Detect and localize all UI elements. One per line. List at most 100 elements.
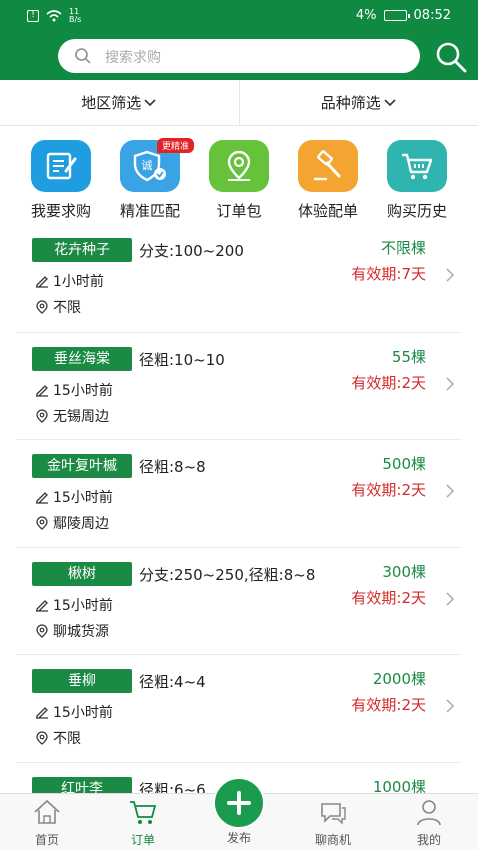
- time-row: 1小时前: [34, 271, 104, 291]
- chevron-down-icon: [384, 98, 396, 106]
- location-row: 不限: [34, 297, 81, 317]
- search-button-icon[interactable]: [434, 40, 468, 74]
- chat-bubble-icon: [321, 803, 346, 825]
- validity-text: 有效期:2天: [351, 696, 426, 714]
- list-item[interactable]: 楸树 分支:250~250,径粗:8~8 15小时前 聊城货源 300棵 有效期…: [16, 546, 462, 655]
- time-text: 15小时前: [53, 705, 113, 721]
- chevron-down-icon: [144, 98, 156, 106]
- quick-action-precise-match[interactable]: 诚 更精准 精准匹配: [110, 138, 195, 221]
- location-pin-icon: [36, 408, 48, 423]
- species-tag: 楸树: [32, 561, 132, 586]
- location-row: 聊城货源: [34, 621, 109, 641]
- search-placeholder: 搜索求购: [105, 50, 161, 66]
- validity-text: 有效期:2天: [351, 373, 426, 392]
- location-text: 鄢陵周边: [53, 516, 109, 532]
- variety-filter[interactable]: 品种筛选: [240, 80, 478, 125]
- quantity-text: 500棵: [382, 455, 426, 473]
- validity-text: 有效期:7天: [351, 265, 426, 283]
- quick-actions: 我要求购 诚 更精准 精准匹配 订单包 体验配单 购买历史: [0, 130, 478, 222]
- quick-action-order-package[interactable]: 订单包: [199, 140, 279, 221]
- list-item[interactable]: 花卉种子 分支:100~200 1小时前 不限 不限棵 有效期:7天: [16, 224, 462, 332]
- publish-button[interactable]: [213, 777, 265, 829]
- species-tag: 垂丝海棠: [32, 346, 132, 371]
- species-tag: 垂柳: [32, 669, 132, 693]
- location-row: 鄢陵周边: [34, 513, 109, 533]
- nav-chat-label: 聊商机: [314, 833, 351, 847]
- time-row: 15小时前: [34, 595, 113, 615]
- spec-text: 分支:100~200: [139, 242, 244, 260]
- quick-action-trial-order[interactable]: 体验配单: [288, 140, 368, 221]
- quick-action-label: 精准匹配: [119, 202, 180, 220]
- location-pin-icon: [36, 516, 48, 530]
- quick-action-post-request[interactable]: 我要求购: [21, 140, 101, 221]
- quantity-text: 不限棵: [380, 239, 426, 257]
- location-pin-icon: [36, 623, 48, 638]
- filter-bar: 地区筛选 品种筛选: [0, 80, 478, 126]
- time-text: 15小时前: [53, 382, 113, 399]
- pencil-icon: [36, 599, 48, 612]
- pencil-icon: [36, 276, 48, 288]
- spec-text: 径粗:4~4: [139, 673, 206, 691]
- search-icon: [75, 48, 91, 64]
- quantity-text: 55棵: [391, 347, 426, 366]
- nav-profile[interactable]: 我的: [394, 798, 464, 848]
- quick-action-purchase-history[interactable]: 购买历史: [377, 140, 457, 221]
- nav-home[interactable]: 首页: [12, 798, 82, 848]
- battery-icon: [383, 10, 410, 21]
- clock: 08:52: [413, 8, 451, 23]
- cart-icon: [387, 140, 447, 192]
- edit-icon: [31, 140, 91, 192]
- chevron-right-icon: [446, 484, 455, 498]
- auction-hammer-icon: [298, 140, 358, 192]
- quick-action-label: 体验配单: [297, 202, 358, 220]
- search-input[interactable]: 搜索求购: [58, 39, 420, 73]
- notification-icon: !: [27, 10, 39, 22]
- wifi-icon: [46, 10, 62, 22]
- chevron-right-icon: [446, 591, 455, 606]
- variety-filter-label: 品种筛选: [320, 94, 381, 112]
- quick-action-label: 购买历史: [386, 202, 447, 220]
- time-text: 1小时前: [53, 274, 104, 290]
- pencil-icon: [36, 384, 48, 397]
- chevron-right-icon: [446, 268, 455, 282]
- plus-icon: [227, 791, 251, 815]
- request-list: 花卉种子 分支:100~200 1小时前 不限 不限棵 有效期:7天 垂丝海棠 …: [16, 224, 462, 850]
- time-text: 15小时前: [53, 597, 113, 614]
- validity-text: 有效期:2天: [351, 481, 426, 499]
- species-tag: 花卉种子: [32, 238, 132, 262]
- net-speed: 11 B/s: [69, 7, 82, 24]
- spec-text: 径粗:8~8: [139, 458, 206, 476]
- precise-badge: 更精准: [157, 138, 195, 153]
- location-pin-icon: [36, 300, 48, 314]
- pencil-icon: [36, 707, 48, 719]
- quantity-text: 2000棵: [372, 670, 426, 688]
- location-text: 不限: [53, 300, 81, 316]
- chevron-right-icon: [446, 699, 455, 713]
- region-filter[interactable]: 地区筛选: [0, 80, 240, 125]
- location-text: 聊城货源: [53, 623, 109, 640]
- spec-text: 径粗:10~10: [139, 350, 225, 369]
- location-pin-icon: [36, 731, 48, 745]
- location-row: 无锡周边: [34, 406, 109, 426]
- validity-text: 有效期:2天: [351, 588, 426, 607]
- nav-chat[interactable]: 聊商机: [298, 798, 368, 848]
- list-item[interactable]: 金叶复叶槭 径粗:8~8 15小时前 鄢陵周边 500棵 有效期:2天: [16, 439, 462, 547]
- nav-profile-label: 我的: [416, 833, 441, 847]
- time-text: 15小时前: [53, 490, 113, 506]
- nav-orders[interactable]: 订单: [108, 798, 178, 848]
- svg-text:诚: 诚: [142, 159, 153, 172]
- quick-action-label: 订单包: [216, 202, 262, 220]
- spec-text: 分支:250~250,径粗:8~8: [139, 565, 316, 584]
- nav-home-label: 首页: [34, 833, 59, 847]
- time-row: 15小时前: [34, 380, 113, 400]
- home-icon: [34, 799, 60, 824]
- battery-percent: 4%: [355, 8, 377, 23]
- quick-action-label: 我要求购: [30, 202, 91, 220]
- list-item[interactable]: 垂丝海棠 径粗:10~10 15小时前 无锡周边 55棵 有效期:2天: [16, 331, 462, 440]
- location-pin-icon: [209, 140, 269, 192]
- status-bar: ! 11 B/s 4% 08:52: [0, 0, 478, 32]
- list-item[interactable]: 垂柳 径粗:4~4 15小时前 不限 2000棵 有效期:2天: [16, 654, 462, 762]
- nav-orders-label: 订单: [130, 833, 155, 847]
- app-header: ! 11 B/s 4% 08:52 搜索求购: [0, 0, 478, 80]
- cart-icon: [130, 801, 157, 824]
